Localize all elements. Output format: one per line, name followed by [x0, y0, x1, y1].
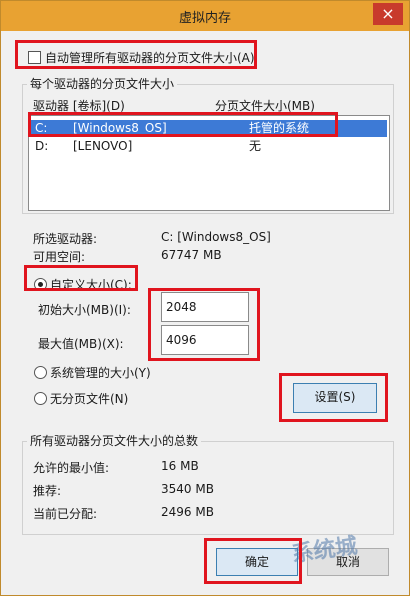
watermark-text: 系统城 [290, 533, 360, 568]
custom-size-label[interactable]: 自定义大小(C): [50, 276, 132, 293]
selected-drive-value: C: [Windows8_OS] [161, 230, 271, 244]
drive-volume-label: [LENOVO] [73, 139, 133, 153]
drive-paging-size: 托管的系统 [249, 121, 310, 135]
drive-row-d[interactable]: D: [LENOVO] 无 [29, 138, 387, 155]
close-button[interactable]: × [373, 3, 403, 25]
free-space-value: 67747 MB [161, 248, 222, 262]
current-value: 2496 MB [161, 505, 214, 519]
recommended-value: 3540 MB [161, 482, 214, 496]
free-space-label: 可用空间: [33, 250, 86, 264]
drive-volume-label: [Windows8_OS] [73, 121, 167, 135]
drive-paging-size: 无 [249, 139, 262, 153]
no-paging-radio[interactable] [34, 392, 47, 405]
auto-manage-label[interactable]: 自动管理所有驱动器的分页文件大小(A) [45, 49, 255, 66]
drive-letter: C: [35, 121, 48, 135]
recommended-label: 推荐: [33, 484, 62, 498]
drive-letter: D: [35, 139, 49, 153]
max-size-label: 最大值(MB)(X): [38, 337, 124, 351]
auto-manage-checkbox[interactable] [28, 51, 41, 64]
initial-size-input[interactable]: 2048 [161, 292, 249, 322]
drives-group-title: 每个驱动器的分页文件大小 [27, 75, 178, 92]
title-bar: 虚拟内存 × [1, 1, 409, 31]
column-size-header: 分页文件大小(MB) [215, 99, 315, 113]
min-value: 16 MB [161, 459, 199, 473]
system-managed-label[interactable]: 系统管理的大小(Y) [50, 364, 151, 381]
column-drive-header: 驱动器 [卷标](D) [33, 99, 125, 113]
selected-drive-label: 所选驱动器: [33, 232, 98, 246]
window-title: 虚拟内存 [178, 11, 231, 26]
initial-size-label: 初始大小(MB)(I): [38, 303, 131, 317]
drive-list[interactable]: C: [Windows8_OS] 托管的系统 D: [LENOVO] 无 [28, 115, 390, 211]
drive-row-c[interactable]: C: [Windows8_OS] 托管的系统 [29, 120, 387, 137]
set-button[interactable]: 设置(S) [293, 383, 377, 413]
no-paging-label[interactable]: 无分页文件(N) [50, 390, 128, 407]
totals-group-title: 所有驱动器分页文件大小的总数 [27, 432, 202, 449]
ok-button[interactable]: 确定 [216, 548, 298, 576]
min-label: 允许的最小值: [33, 461, 110, 475]
virtual-memory-dialog: 虚拟内存 × 自动管理所有驱动器的分页文件大小(A) 每个驱动器的分页文件大小 … [0, 0, 410, 596]
current-label: 当前已分配: [33, 507, 98, 521]
max-size-input[interactable]: 4096 [161, 325, 249, 355]
custom-size-radio[interactable] [34, 278, 47, 291]
system-managed-radio[interactable] [34, 366, 47, 379]
